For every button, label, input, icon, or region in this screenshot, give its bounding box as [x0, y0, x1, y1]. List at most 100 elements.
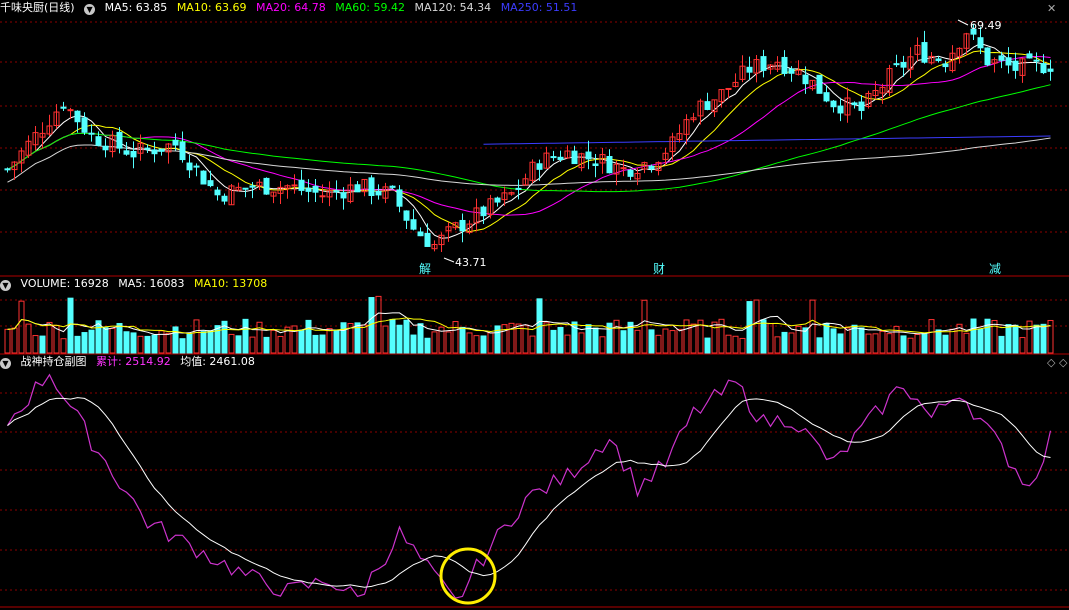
candle-body	[305, 187, 312, 192]
candle-body	[557, 156, 564, 160]
volume-bar	[739, 337, 746, 354]
candle-body	[403, 210, 410, 221]
volume-bar	[984, 318, 991, 354]
candle-body	[998, 55, 1005, 61]
volume-bar	[781, 331, 788, 354]
candle-body	[816, 74, 823, 94]
event-marker-cai[interactable]: 财	[653, 262, 665, 276]
candle-body	[74, 110, 81, 123]
volume-bar	[998, 335, 1005, 354]
event-marker-jie[interactable]: 解	[419, 262, 431, 276]
candle-body	[585, 151, 592, 160]
volume-value: VOLUME: 16928	[20, 277, 109, 290]
volume-bar	[865, 333, 872, 354]
candle-body	[977, 37, 984, 49]
volume-bar	[123, 331, 130, 354]
volume-bar	[753, 299, 760, 354]
indicator-avg-value: 均值: 2461.08	[180, 355, 255, 368]
indicator-header: ▼ 战神持仓副图 累计: 2514.92 均值: 2461.08	[0, 354, 261, 370]
volume-bar	[291, 325, 298, 354]
volume-bar	[592, 327, 599, 354]
volume-bar	[459, 326, 466, 354]
volume-bar	[641, 299, 648, 354]
volume-bar	[312, 334, 319, 354]
volume-bar	[760, 319, 767, 354]
candle-body	[627, 169, 634, 177]
candle-body	[494, 197, 501, 203]
volume-bar	[921, 332, 928, 354]
volume-bar	[424, 337, 431, 354]
volume-bar	[256, 321, 263, 354]
volume-bar	[81, 332, 88, 354]
volume-bar	[676, 328, 683, 354]
candle-body	[67, 109, 74, 112]
volume-bar	[662, 328, 669, 354]
volume-bar	[823, 322, 830, 354]
candle-body	[893, 63, 900, 66]
volume-bar	[144, 335, 151, 354]
volume-bar	[32, 335, 39, 354]
candle-body	[536, 163, 543, 170]
candle-body	[221, 195, 228, 202]
ma5-line	[7, 42, 1051, 239]
volume-bar	[1019, 337, 1026, 354]
candle-body	[291, 184, 298, 187]
candle-body	[81, 117, 88, 133]
volume-bar	[319, 334, 326, 354]
volume-bar	[102, 327, 109, 354]
volume-bar	[851, 324, 858, 354]
volume-bar	[858, 327, 865, 354]
ma-lines	[7, 42, 1051, 239]
event-marker-jian[interactable]: 减	[989, 262, 1001, 276]
main-chart-header: 千味央厨(日线) ▼ MA5: 63.85 MA10: 63.69 MA20: …	[0, 0, 583, 16]
volume-bar	[886, 333, 893, 354]
volume-bar	[207, 330, 214, 354]
candle-body	[410, 219, 417, 230]
volume-bar	[193, 319, 200, 354]
volume-bar	[361, 324, 368, 354]
chevron-down-icon[interactable]: ▼	[84, 4, 96, 15]
volume-bar	[844, 327, 851, 354]
volume-bar	[431, 331, 438, 354]
candle-body	[1040, 63, 1047, 74]
volume-bar	[214, 325, 221, 354]
candle-body	[1047, 68, 1054, 72]
chevron-down-icon[interactable]: ▼	[0, 280, 11, 291]
stock-title[interactable]: 千味央厨(日线)	[0, 1, 75, 14]
chevron-down-icon[interactable]: ▼	[0, 358, 11, 369]
indicator-cum-value: 累计: 2514.92	[96, 355, 171, 368]
candle-body	[823, 92, 830, 102]
candle-body	[95, 136, 102, 146]
volume-bar	[928, 319, 935, 354]
ma5-value: MA5: 63.85	[104, 1, 168, 14]
volume-bar	[333, 329, 340, 354]
volume-bar	[116, 323, 123, 354]
stock-chart-window: 千味央厨(日线) ▼ MA5: 63.85 MA10: 63.69 MA20: …	[0, 0, 1069, 610]
volume-bar	[46, 321, 53, 354]
volume-bar	[473, 335, 480, 354]
candle-body	[242, 187, 249, 190]
volume-bar	[711, 321, 718, 354]
volume-bar	[410, 334, 417, 354]
volume-bar	[613, 319, 620, 354]
ma120-line	[7, 137, 1051, 186]
volume-bar	[879, 330, 886, 354]
volume-bar	[564, 334, 571, 354]
volume-bar	[417, 323, 424, 354]
volume-bar	[228, 333, 235, 354]
volume-bar	[501, 324, 508, 354]
ma250-line	[483, 135, 1051, 145]
volume-bar	[277, 335, 284, 354]
candle-body	[333, 190, 340, 193]
candle-body	[424, 232, 431, 247]
candle-body	[88, 132, 95, 135]
candle-body	[158, 148, 165, 152]
candle-body	[123, 150, 130, 155]
ma60-value: MA60: 59.42	[335, 1, 405, 14]
candle-body	[725, 87, 732, 90]
volume-bar	[634, 329, 641, 354]
highlight-circle	[439, 547, 497, 605]
volume-bar	[620, 330, 627, 354]
candle-body	[480, 206, 487, 217]
vol-ma5-value: MA5: 16083	[118, 277, 185, 290]
